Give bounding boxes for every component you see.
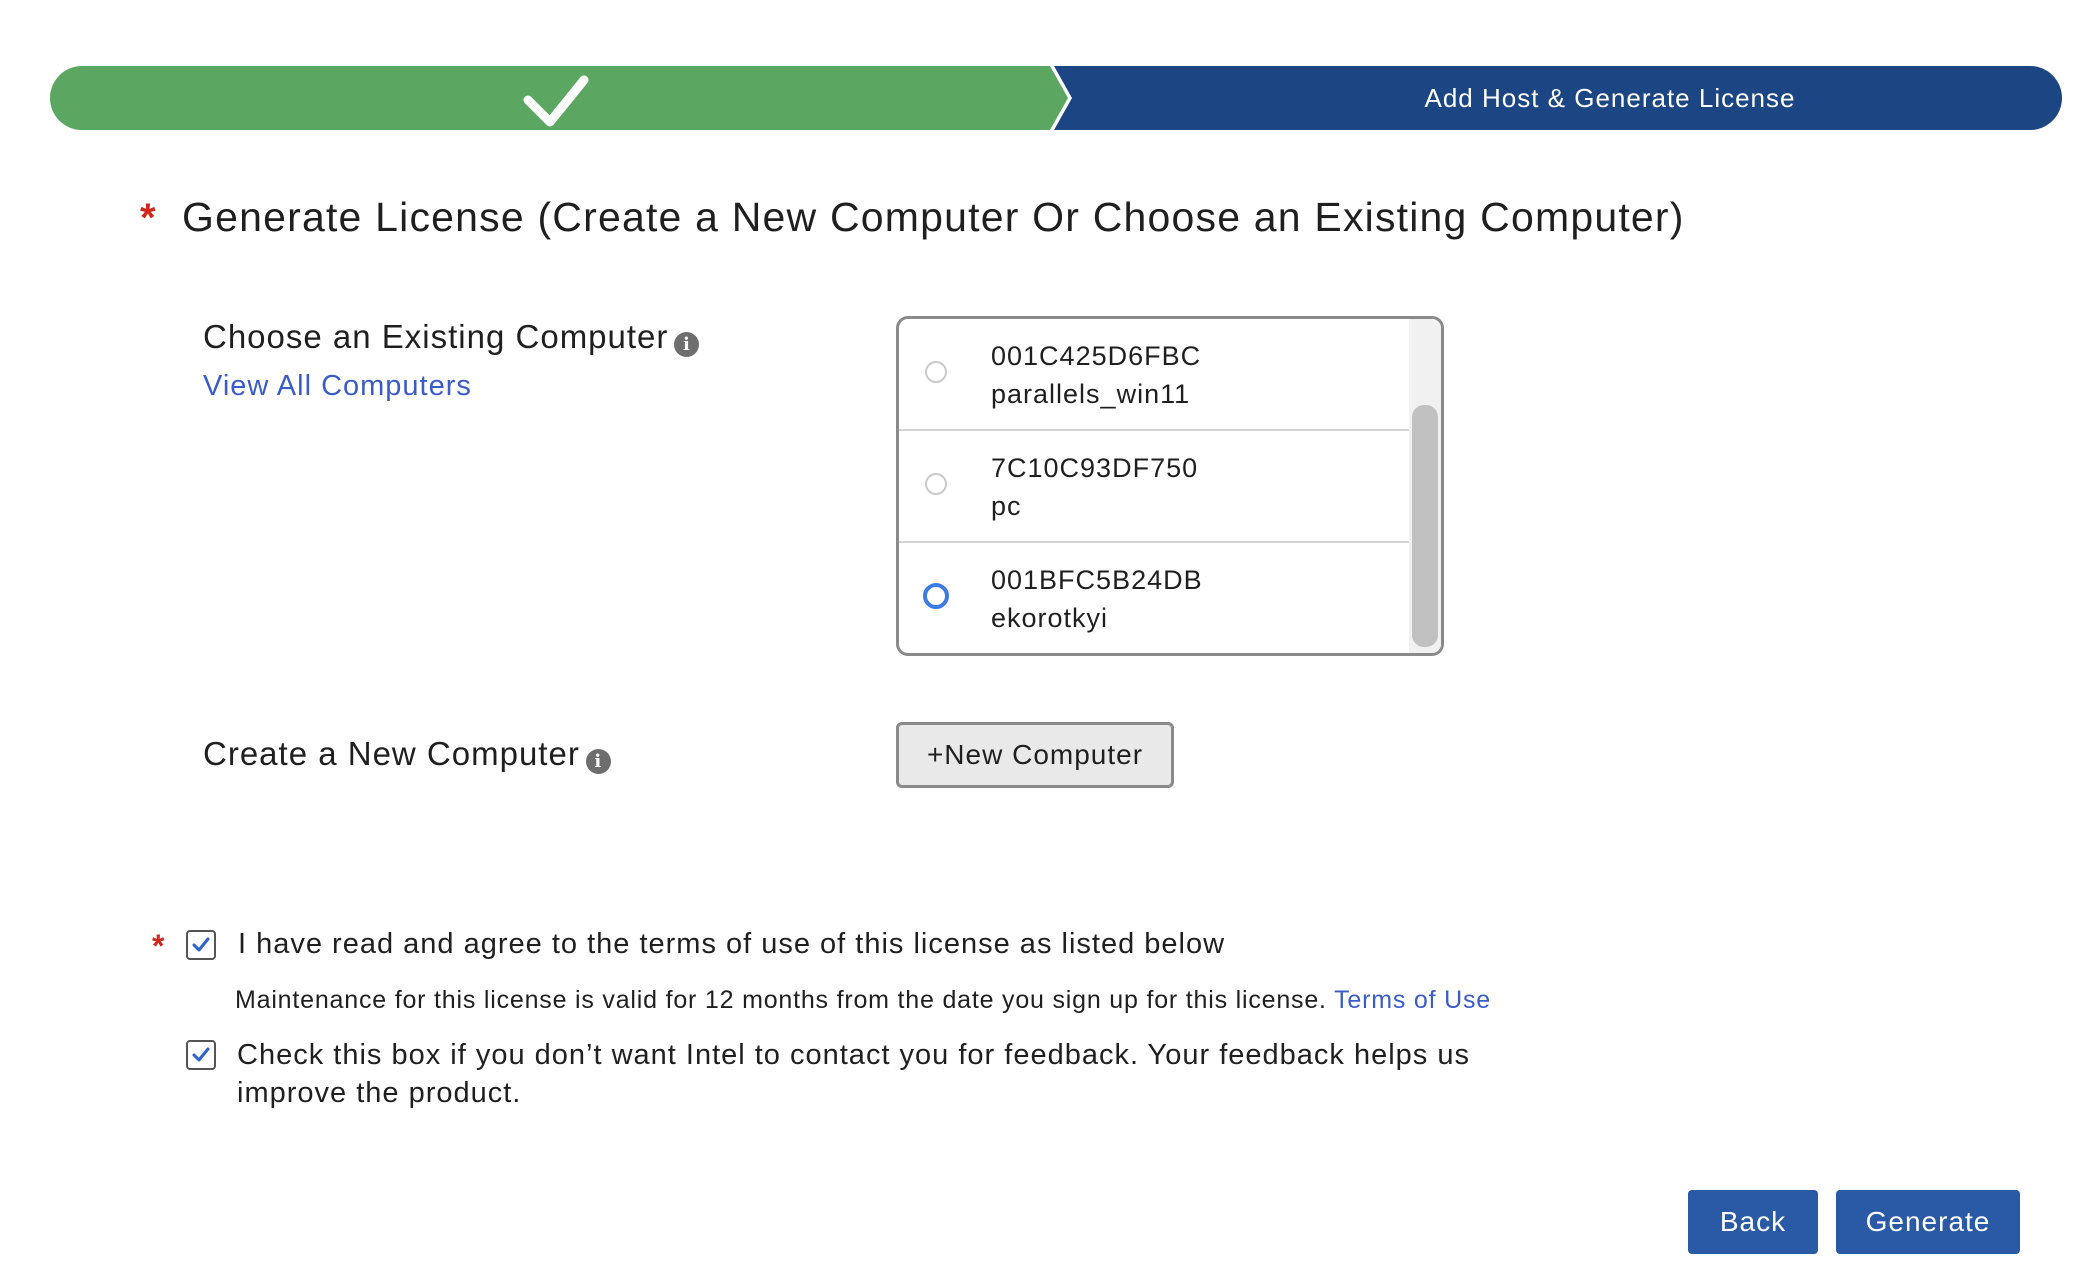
- back-button[interactable]: Back: [1688, 1190, 1818, 1254]
- computer-info: 001BFC5B24DB ekorotkyi: [991, 561, 1203, 637]
- required-asterisk: *: [152, 928, 165, 964]
- page-title: Generate License (Create a New Computer …: [182, 194, 1685, 240]
- view-all-computers-link[interactable]: View All Computers: [203, 370, 472, 403]
- list-item[interactable]: 7C10C93DF750 pc: [899, 431, 1409, 543]
- step-label-add-host: Add Host & Generate License: [1424, 83, 1796, 113]
- existing-computer-label: Choose an Existing Computer i: [203, 318, 700, 357]
- step-completed: [50, 66, 1068, 130]
- new-computer-button[interactable]: +New Computer: [896, 722, 1174, 788]
- computer-id: 7C10C93DF750: [991, 453, 1199, 483]
- computer-id: 001BFC5B24DB: [991, 565, 1203, 595]
- computer-listbox[interactable]: 001C425D6FBC parallels_win11 7C10C93DF75…: [896, 316, 1444, 656]
- computer-id: 001C425D6FBC: [991, 341, 1202, 371]
- required-asterisk: *: [140, 196, 156, 240]
- terms-of-use-link[interactable]: Terms of Use: [1334, 986, 1491, 1014]
- computer-info: 001C425D6FBC parallels_win11: [991, 337, 1201, 413]
- radio-button[interactable]: [925, 361, 947, 383]
- list-item[interactable]: 001C425D6FBC parallels_win11: [899, 319, 1409, 431]
- progress-stepper: Add Host & Generate License: [50, 66, 2062, 130]
- scrollbar-thumb[interactable]: [1412, 405, 1438, 647]
- agree-terms-checkbox[interactable]: [186, 930, 216, 960]
- radio-button-selected[interactable]: [923, 583, 949, 609]
- new-computer-label-text: Create a New Computer: [203, 735, 580, 772]
- new-computer-label: Create a New Computer i: [203, 735, 611, 774]
- agree-terms-label: I have read and agree to the terms of us…: [238, 928, 1226, 960]
- existing-computer-label-text: Choose an Existing Computer: [203, 318, 669, 355]
- computer-name: pc: [991, 491, 1022, 521]
- computer-info: 7C10C93DF750 pc: [991, 449, 1198, 525]
- radio-button[interactable]: [925, 473, 947, 495]
- list-item[interactable]: 001BFC5B24DB ekorotkyi: [899, 543, 1409, 653]
- check-icon: [192, 937, 210, 952]
- info-icon[interactable]: i: [585, 749, 611, 774]
- info-icon[interactable]: i: [674, 332, 700, 357]
- computer-name: ekorotkyi: [991, 603, 1109, 633]
- generate-button[interactable]: Generate: [1836, 1190, 2020, 1254]
- feedback-optout-label: Check this box if you don’t want Intel t…: [237, 1039, 1470, 1109]
- maintenance-text: Maintenance for this license is valid fo…: [235, 986, 1327, 1014]
- check-icon: [192, 1047, 210, 1062]
- computer-name: parallels_win11: [991, 379, 1191, 409]
- feedback-optout-checkbox[interactable]: [186, 1040, 216, 1070]
- scrollbar-track[interactable]: [1409, 319, 1441, 653]
- maintenance-note: Maintenance for this license is valid fo…: [235, 986, 1491, 1015]
